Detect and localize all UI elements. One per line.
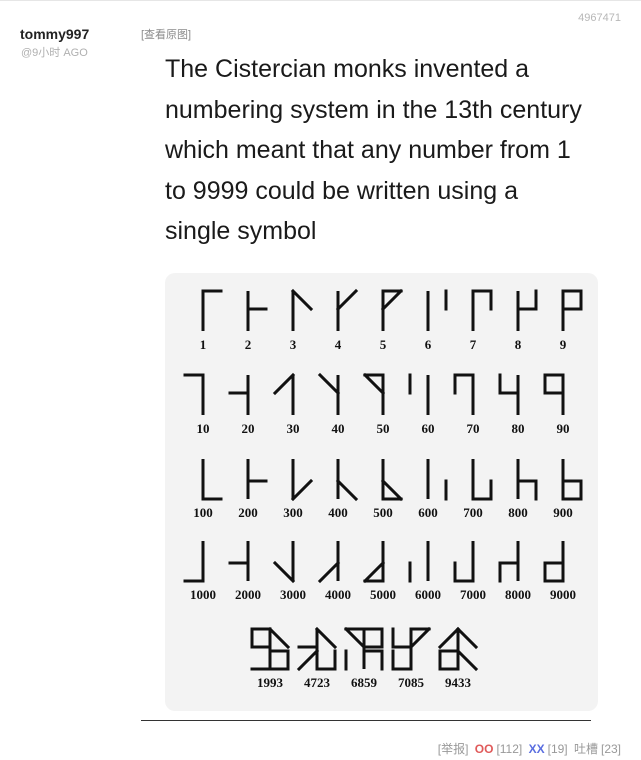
numerals-graphic: 1 2 3 4 5 6 7 8 9 10 20 30 40 50 60 70 80 90 100 200 300 400 5… — [183, 288, 583, 690]
numeral-glyph-9433 — [437, 626, 479, 672]
numeral-label-7: 7 — [470, 337, 477, 352]
numeral-label-200: 200 — [238, 505, 258, 520]
bottom-divider — [141, 720, 591, 721]
numeral-label-60: 60 — [422, 421, 435, 436]
numeral-label-5: 5 — [380, 337, 387, 352]
numeral-glyph-1993 — [250, 626, 291, 671]
numeral-glyph-30 — [272, 372, 296, 415]
numeral-label-300: 300 — [283, 505, 303, 520]
numeral-label-50: 50 — [377, 421, 390, 436]
numeral-label-5000: 5000 — [370, 587, 396, 602]
numeral-label-8000: 8000 — [505, 587, 531, 602]
numeral-glyph-8000 — [498, 541, 520, 583]
numeral-glyph-6000 — [408, 541, 430, 583]
numeral-label-400: 400 — [328, 505, 348, 520]
numeral-label-700: 700 — [463, 505, 483, 520]
numeral-glyph-5 — [380, 288, 404, 331]
numeral-glyph-900 — [561, 459, 583, 501]
numeral-label-80: 80 — [512, 421, 525, 436]
view-original-link[interactable]: [查看原图] — [141, 26, 191, 42]
numeral-glyph-3000 — [272, 541, 296, 584]
oo-vote-button[interactable]: OO — [475, 742, 494, 756]
numeral-label-4000: 4000 — [325, 587, 351, 602]
numeral-glyph-60 — [408, 373, 430, 415]
numeral-label-900: 900 — [553, 505, 573, 520]
xx-vote-button[interactable]: XX — [529, 742, 545, 756]
top-divider — [0, 0, 641, 1]
post-time: @9小时 AGO — [21, 47, 88, 59]
numeral-label-8: 8 — [515, 337, 522, 352]
numeral-glyph-4723 — [296, 626, 338, 672]
numeral-label-100: 100 — [193, 505, 213, 520]
numeral-glyph-700 — [471, 459, 493, 501]
numeral-glyph-10 — [183, 373, 205, 415]
numeral-label-600: 600 — [418, 505, 438, 520]
numeral-label-90: 90 — [557, 421, 570, 436]
numeral-label-7085: 7085 — [398, 675, 425, 690]
numeral-label-7000: 7000 — [460, 587, 486, 602]
numeral-glyph-400 — [335, 459, 359, 502]
comments-count: [23] — [600, 742, 621, 756]
numeral-glyph-4000 — [317, 541, 341, 584]
numeral-label-20: 20 — [242, 421, 255, 436]
cistercian-numerals-image[interactable]: 1 2 3 4 5 6 7 8 9 10 20 30 40 50 60 70 80 90 100 200 300 400 5… — [165, 273, 598, 711]
numeral-label-3: 3 — [290, 337, 297, 352]
oo-count: [112] — [496, 742, 523, 756]
numeral-label-3000: 3000 — [280, 587, 306, 602]
numeral-label-9: 9 — [560, 337, 567, 352]
report-link[interactable]: [举报] — [438, 742, 469, 756]
numeral-glyph-20 — [228, 375, 250, 415]
numeral-label-2000: 2000 — [235, 587, 261, 602]
post-footer: [举报] OO [112] XX [19] 吐槽 [23] — [435, 740, 621, 757]
numeral-glyph-6 — [426, 289, 448, 331]
numeral-glyph-9 — [561, 289, 583, 331]
numeral-label-800: 800 — [508, 505, 528, 520]
numeral-glyph-1000 — [183, 541, 205, 583]
numeral-label-2: 2 — [245, 337, 252, 352]
post-id[interactable]: 4967471 — [578, 12, 621, 24]
numeral-label-500: 500 — [373, 505, 393, 520]
numeral-label-4: 4 — [335, 337, 342, 352]
numeral-label-9000: 9000 — [550, 587, 576, 602]
numeral-glyph-7 — [471, 289, 493, 331]
numeral-glyph-70 — [453, 373, 475, 415]
numeral-glyph-90 — [543, 373, 565, 415]
numeral-glyph-3 — [290, 288, 314, 331]
numeral-label-1993: 1993 — [257, 675, 284, 690]
numeral-label-1: 1 — [200, 337, 207, 352]
comments-link[interactable]: 吐槽 — [574, 742, 598, 756]
numeral-glyph-600 — [426, 459, 448, 501]
numeral-label-6000: 6000 — [415, 587, 441, 602]
author-name[interactable]: tommy997 — [20, 26, 89, 42]
xx-count: [19] — [547, 742, 568, 756]
numeral-glyph-2000 — [228, 541, 250, 581]
post-image-caption: The Cistercian monks invented a numberin… — [165, 55, 582, 245]
numeral-glyph-7085 — [391, 626, 432, 671]
numeral-label-1000: 1000 — [190, 587, 216, 602]
numeral-label-70: 70 — [467, 421, 480, 436]
numeral-label-30: 30 — [287, 421, 300, 436]
numeral-label-10: 10 — [197, 421, 210, 436]
numeral-glyph-5000 — [362, 541, 386, 584]
numeral-glyph-50 — [362, 372, 386, 415]
numeral-glyph-4 — [335, 288, 359, 331]
numeral-glyph-1 — [201, 289, 223, 331]
numeral-glyph-6859 — [343, 626, 384, 671]
numeral-glyph-500 — [380, 459, 404, 502]
numeral-glyph-80 — [498, 373, 520, 415]
numeral-glyph-800 — [516, 459, 538, 501]
numeral-glyph-8 — [516, 289, 538, 331]
numeral-glyph-9000 — [543, 541, 565, 583]
numeral-label-4723: 4723 — [304, 675, 331, 690]
numeral-label-9433: 9433 — [445, 675, 472, 690]
numeral-label-6: 6 — [425, 337, 432, 352]
numeral-glyph-7000 — [453, 541, 475, 583]
numeral-glyph-2 — [246, 291, 268, 331]
numeral-glyph-100 — [201, 459, 223, 501]
numeral-label-6859: 6859 — [351, 675, 378, 690]
numeral-glyph-40 — [317, 372, 341, 415]
numeral-glyph-200 — [246, 459, 268, 499]
numeral-label-40: 40 — [332, 421, 345, 436]
numeral-glyph-300 — [290, 459, 314, 502]
